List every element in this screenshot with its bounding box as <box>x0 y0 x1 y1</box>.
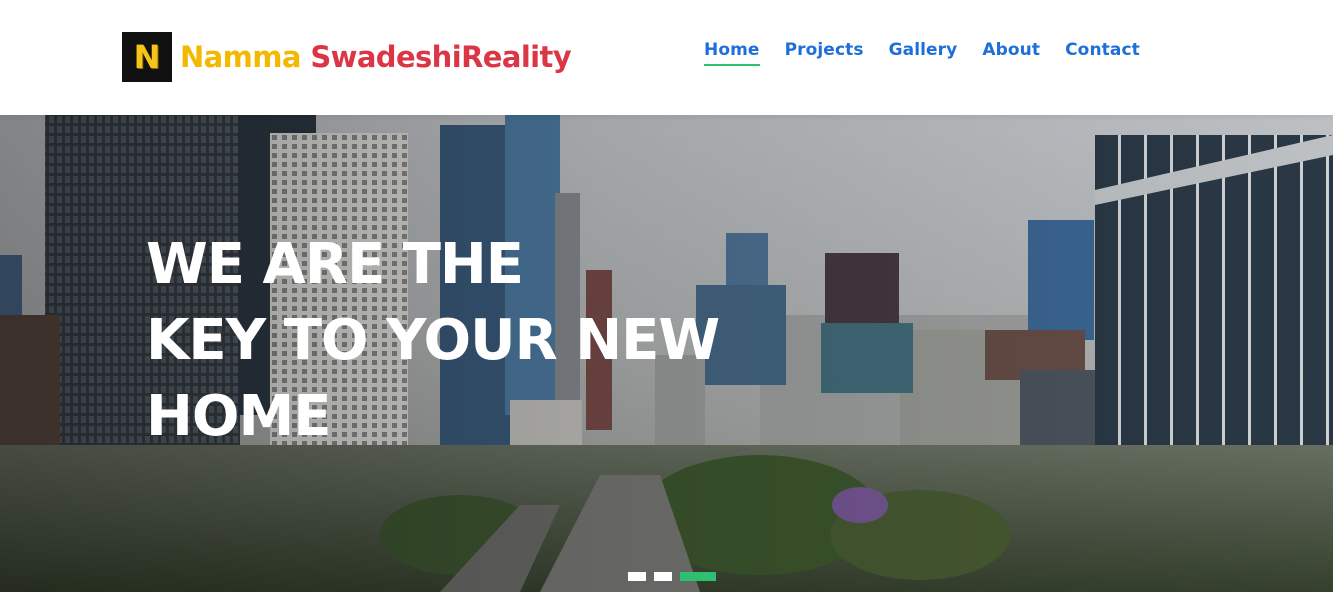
hero-carousel: WE ARE THE KEY TO YOUR NEW HOME <box>0 115 1333 592</box>
hero-headline-line: HOME <box>146 384 331 449</box>
nav-link-about[interactable]: About <box>982 40 1040 66</box>
logo-letter: N <box>133 38 161 76</box>
site-header: N Namma SwadeshiReality Home Projects Ga… <box>0 0 1333 115</box>
carousel-indicators <box>628 572 716 581</box>
nav-link-contact[interactable]: Contact <box>1065 40 1140 66</box>
nav-link-projects[interactable]: Projects <box>785 40 864 66</box>
nav-link-gallery[interactable]: Gallery <box>889 40 958 66</box>
hero-headline-line: KEY TO YOUR NEW <box>146 308 720 373</box>
carousel-indicator-2[interactable] <box>654 572 672 581</box>
nav-link-home[interactable]: Home <box>704 40 760 66</box>
logo-icon: N <box>122 32 172 82</box>
brand-name-part1: Namma <box>180 39 311 74</box>
brand-logo-link[interactable]: N Namma SwadeshiReality <box>122 32 572 82</box>
hero-headline-line: WE ARE THE <box>146 232 524 297</box>
brand-name-part2: SwadeshiReality <box>310 39 572 74</box>
hero-headline: WE ARE THE KEY TO YOUR NEW HOME <box>146 227 720 455</box>
brand-name: Namma SwadeshiReality <box>180 39 572 74</box>
main-nav: Home Projects Gallery About Contact <box>704 40 1140 66</box>
carousel-indicator-1[interactable] <box>628 572 646 581</box>
carousel-indicator-3[interactable] <box>680 572 716 581</box>
